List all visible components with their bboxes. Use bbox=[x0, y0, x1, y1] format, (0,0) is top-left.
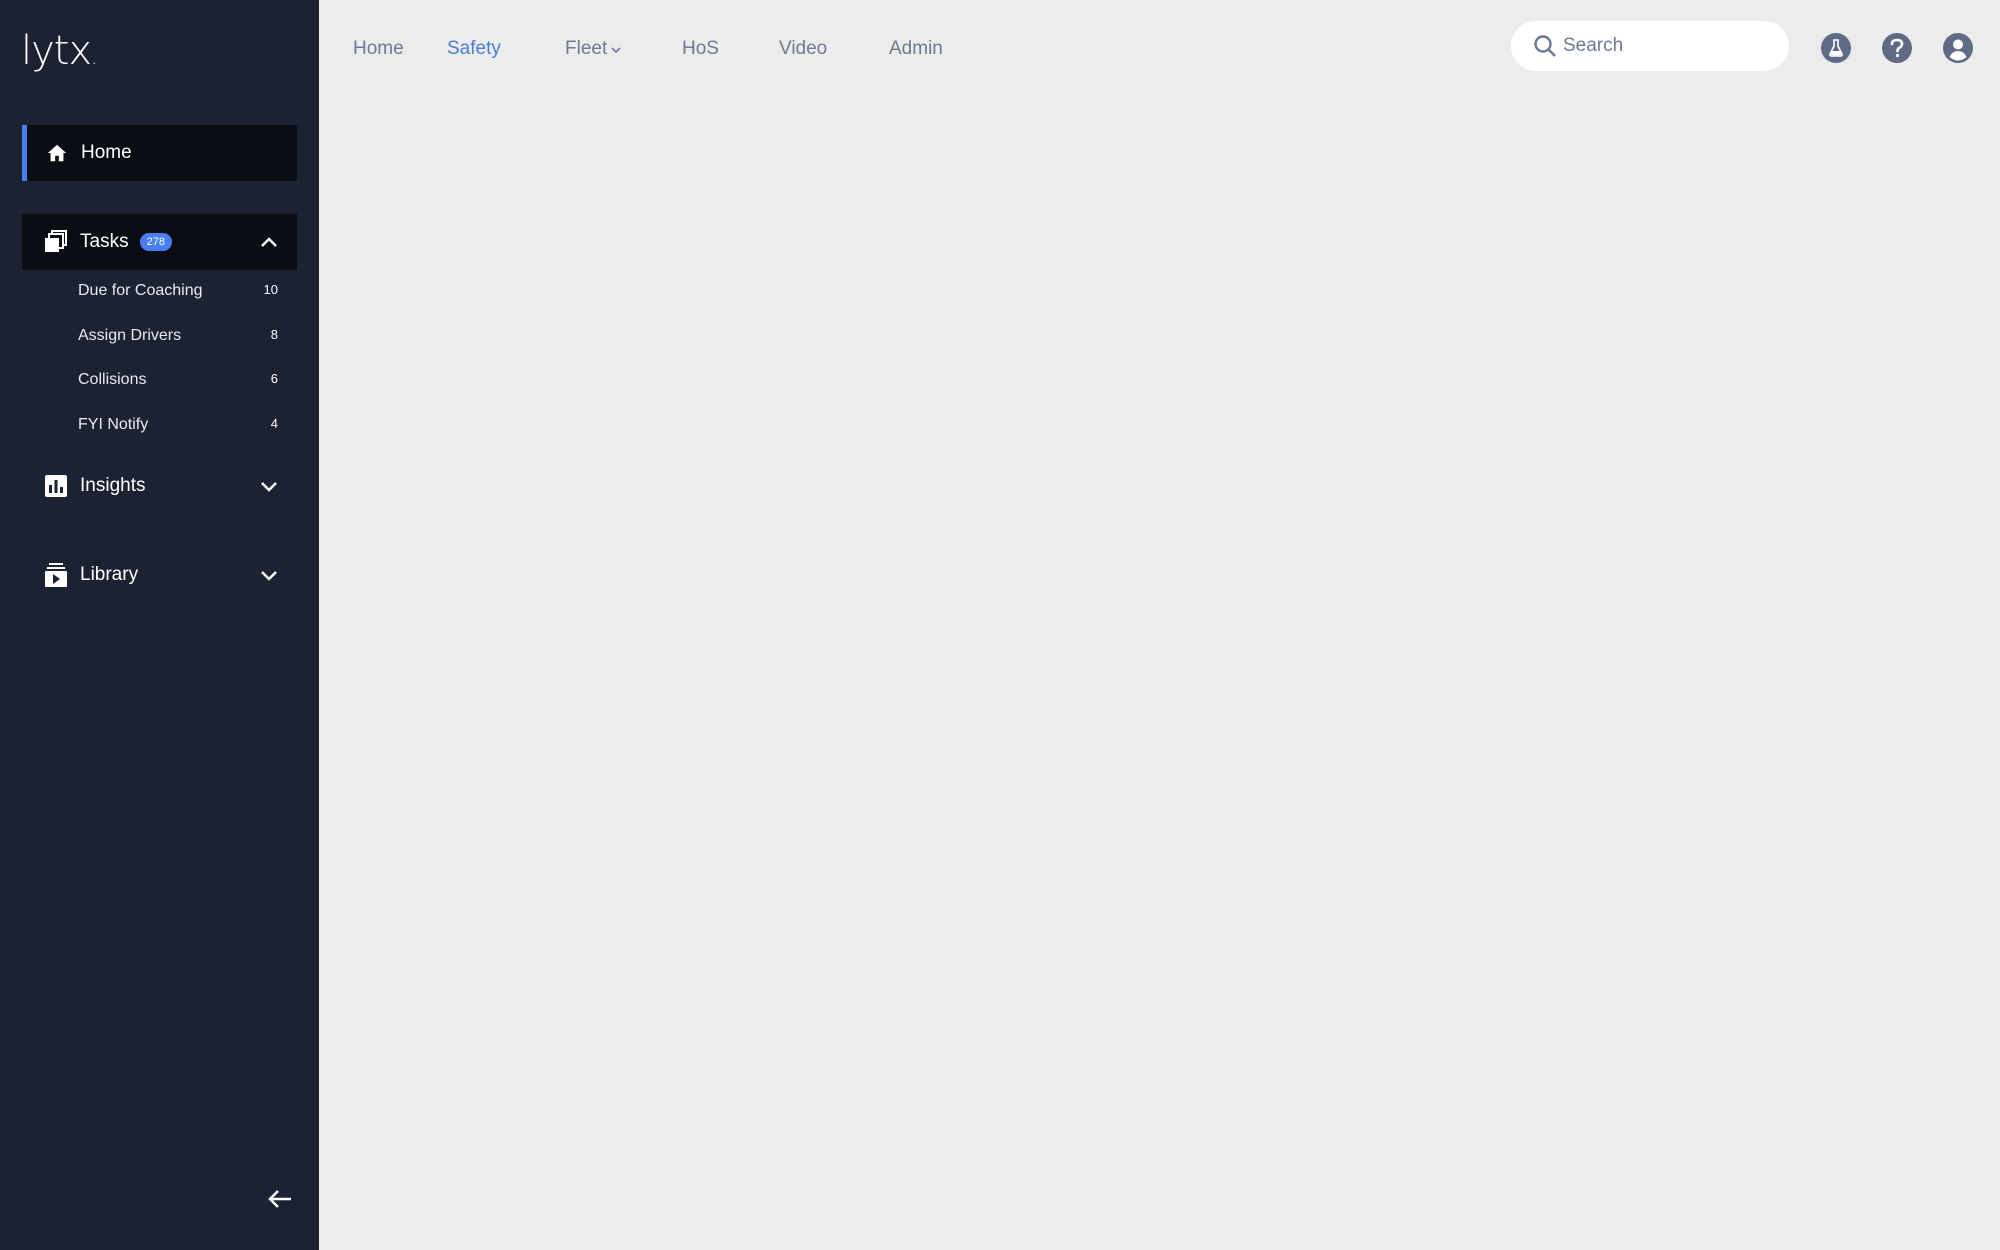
sidebar-item-insights[interactable]: Insights bbox=[22, 458, 297, 514]
sidebar-item-label: Insights bbox=[80, 475, 146, 496]
arrow-left-icon bbox=[267, 1188, 293, 1215]
tab-label: Fleet bbox=[565, 38, 608, 60]
search-box[interactable] bbox=[1511, 21, 1789, 71]
tasks-icon bbox=[44, 230, 68, 254]
chevron-down-icon bbox=[610, 38, 622, 60]
task-item-count: 6 bbox=[270, 371, 278, 386]
tab-admin[interactable]: Admin bbox=[889, 38, 943, 60]
task-item-count: 10 bbox=[263, 282, 278, 297]
library-video-icon bbox=[44, 563, 68, 587]
help-icon[interactable] bbox=[1882, 33, 1912, 63]
tab-safety[interactable]: Safety bbox=[447, 38, 501, 60]
search-icon bbox=[1533, 34, 1557, 58]
tab-video[interactable]: Video bbox=[779, 38, 827, 60]
tasks-count-badge: 278 bbox=[139, 233, 172, 251]
task-item-count: 8 bbox=[270, 327, 278, 342]
task-item-label: Due for Coaching bbox=[78, 282, 203, 299]
search-input[interactable] bbox=[1563, 35, 1763, 57]
sidebar-item-label: Library bbox=[80, 564, 139, 585]
task-item-label: FYI Notify bbox=[78, 416, 149, 433]
task-item-assign-drivers[interactable]: Assign Drivers 8 bbox=[78, 327, 278, 345]
sidebar-item-label: Tasks bbox=[80, 231, 129, 252]
insights-chart-icon bbox=[44, 474, 68, 498]
task-item-label: Collisions bbox=[78, 371, 147, 388]
tab-fleet[interactable]: Fleet bbox=[565, 38, 622, 60]
tab-home[interactable]: Home bbox=[353, 38, 404, 60]
chevron-up-icon[interactable] bbox=[259, 235, 279, 249]
sidebar-item-home[interactable]: Home bbox=[22, 125, 297, 181]
sidebar-item-library[interactable]: Library bbox=[22, 547, 297, 603]
chevron-down-icon[interactable] bbox=[259, 568, 279, 582]
task-item-fyi-notify[interactable]: FYI Notify 4 bbox=[78, 416, 278, 434]
task-item-count: 4 bbox=[270, 416, 278, 431]
tab-hos[interactable]: HoS bbox=[682, 38, 719, 60]
flask-icon[interactable] bbox=[1821, 33, 1851, 63]
home-icon bbox=[45, 141, 69, 165]
task-item-label: Assign Drivers bbox=[78, 327, 182, 344]
lytx-logo[interactable]: lytx. bbox=[21, 28, 98, 74]
task-item-collisions[interactable]: Collisions 6 bbox=[78, 371, 278, 389]
sidebar: lytx. Home Tasks 278 Due for Coaching 10… bbox=[0, 0, 319, 1250]
sidebar-item-tasks[interactable]: Tasks 278 bbox=[22, 214, 297, 270]
sidebar-item-label: Home bbox=[81, 142, 132, 163]
task-item-due-for-coaching[interactable]: Due for Coaching 10 bbox=[78, 282, 278, 300]
chevron-down-icon[interactable] bbox=[259, 479, 279, 493]
collapse-sidebar-button[interactable] bbox=[266, 1187, 294, 1215]
user-account-icon[interactable] bbox=[1943, 33, 1973, 63]
main-content-area bbox=[319, 100, 2000, 1250]
